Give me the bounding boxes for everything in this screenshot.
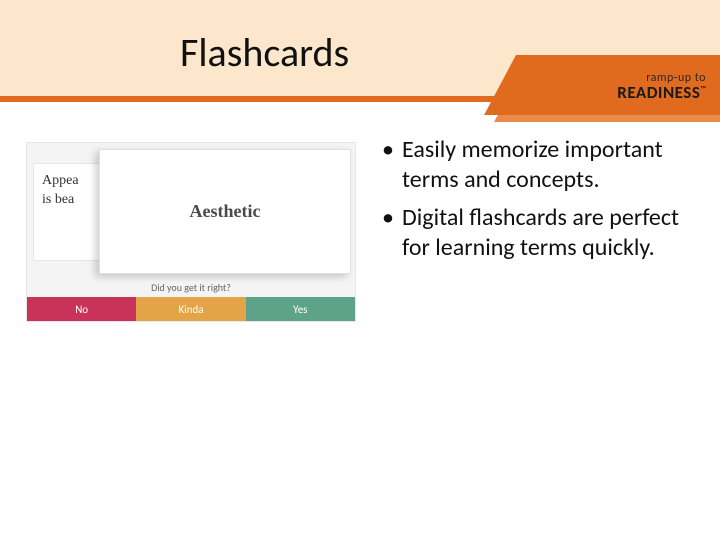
answer-button-row: No Kinda Yes [27,297,355,321]
flashcard-back-text: Appea is bea [42,173,79,207]
divider-bar [0,96,720,102]
no-button[interactable]: No [27,297,136,321]
flashcard-prompt: Did you get it right? [27,281,355,294]
brand-logo: ramp-up to READINESS™ [617,72,706,102]
yes-button[interactable]: Yes [246,297,355,321]
flashcard-widget: 16 of 320 Appea is bea Aesthetic Did you… [26,142,356,322]
slide-title: Flashcards [180,28,349,77]
logo-wordmark: READINESS [617,82,700,103]
bullet-list: Easily memorize important terms and conc… [380,135,700,271]
list-item: Easily memorize important terms and conc… [380,135,700,195]
list-item: Digital flashcards are perfect for learn… [380,203,700,263]
trademark-icon: ™ [700,85,706,95]
kinda-button[interactable]: Kinda [136,297,245,321]
flashcard-term: Aesthetic [190,201,261,222]
flashcard-front[interactable]: Aesthetic [99,149,351,274]
